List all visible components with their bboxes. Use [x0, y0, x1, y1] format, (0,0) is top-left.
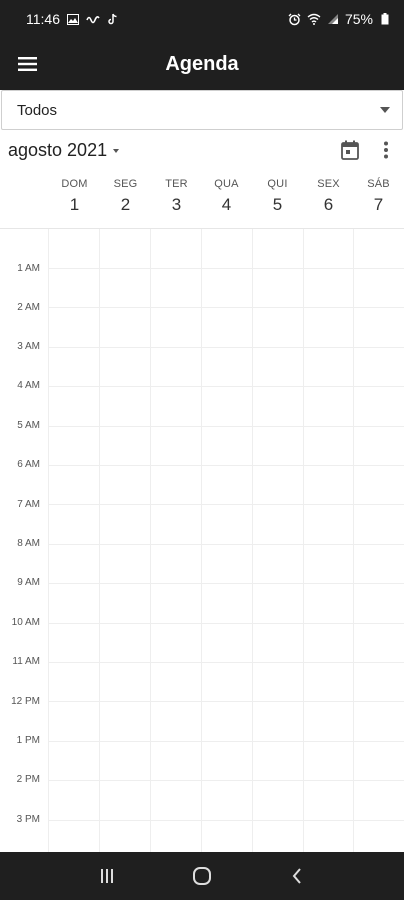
home-icon: [192, 867, 211, 885]
grid-divider: [303, 229, 304, 852]
month-label: agosto 2021: [8, 139, 108, 160]
day-header-5[interactable]: SEX 6: [303, 172, 354, 215]
app-title: Agenda: [165, 52, 239, 75]
day-name: SEG: [113, 178, 138, 190]
hour-line: [48, 347, 404, 348]
day-header-0[interactable]: DOM 1: [49, 172, 100, 215]
battery-icon: [378, 12, 392, 26]
back-icon: [292, 868, 301, 884]
hour-line: [48, 701, 404, 702]
grid-divider: [48, 229, 49, 852]
month-dropdown-icon: [113, 149, 120, 153]
wave-icon: [86, 12, 100, 26]
hour-line: [48, 426, 404, 427]
hamburger-menu-icon: [18, 57, 37, 71]
calendar-today-icon: [341, 140, 359, 160]
hour-line: [48, 386, 404, 387]
hour-line: [48, 623, 404, 624]
week-days-header: DOM 1 SEG 2 TER 3 QUA 4 QUI 5 SEX 6 SÁB …: [0, 172, 404, 228]
week-time-grid[interactable]: 1 AM 2 AM 3 AM 4 AM 5 AM 6 AM 7 AM 8 AM …: [0, 228, 404, 852]
hour-label: 6 AM: [17, 459, 40, 470]
hour-label: 12 PM: [11, 696, 40, 707]
signal-icon: [326, 12, 340, 26]
hour-label: 2 PM: [16, 774, 40, 785]
hour-label: 8 AM: [17, 538, 40, 549]
app-bar: Agenda: [0, 38, 404, 90]
day-name: DOM: [61, 178, 88, 190]
day-number: 2: [120, 195, 131, 214]
grid-divider: [252, 229, 253, 852]
month-selector[interactable]: agosto 2021: [0, 139, 120, 161]
hour-line: [48, 583, 404, 584]
back-button[interactable]: [273, 856, 321, 896]
battery-percent: 75%: [344, 11, 373, 27]
day-number: 3: [171, 195, 182, 214]
hour-line: [48, 544, 404, 545]
hour-label: 5 AM: [17, 420, 40, 431]
hour-label: 1 AM: [17, 263, 40, 274]
hour-label: 1 PM: [16, 735, 40, 746]
recent-apps-icon: [101, 869, 114, 883]
day-name: SEX: [317, 178, 340, 190]
recent-apps-button[interactable]: [83, 856, 131, 896]
alarm-icon: [288, 12, 302, 26]
day-name: TER: [165, 178, 188, 190]
day-header-3[interactable]: QUA 4: [201, 172, 252, 215]
day-number: 5: [272, 195, 283, 214]
grid-divider: [150, 229, 151, 852]
grid-divider: [99, 229, 100, 852]
status-bar: 11:46 75%: [0, 0, 404, 38]
hour-line: [48, 741, 404, 742]
hour-label: 7 AM: [17, 499, 40, 510]
day-header-1[interactable]: SEG 2: [100, 172, 151, 215]
hour-label: 4 AM: [17, 380, 40, 391]
day-name: QUI: [267, 178, 288, 190]
hour-label: 3 PM: [16, 814, 40, 825]
more-vert-icon: [384, 141, 388, 159]
hour-line: [48, 820, 404, 821]
hour-line: [48, 780, 404, 781]
day-header-6[interactable]: SÁB 7: [353, 172, 404, 215]
day-name: QUA: [214, 178, 239, 190]
day-number: 1: [69, 195, 80, 214]
hour-line: [48, 268, 404, 269]
hour-label: 3 AM: [17, 341, 40, 352]
hour-line: [48, 504, 404, 505]
grid-divider: [201, 229, 202, 852]
day-name: SÁB: [367, 178, 390, 190]
today-button[interactable]: [332, 132, 368, 168]
day-number: 4: [221, 195, 232, 214]
hour-line: [48, 465, 404, 466]
hour-line: [48, 662, 404, 663]
filter-selected-value: Todos: [17, 101, 58, 119]
hour-line: [48, 307, 404, 308]
tiktok-icon: [106, 12, 120, 26]
system-nav-bar: [0, 852, 404, 900]
grid-divider: [353, 229, 354, 852]
gallery-icon: [66, 12, 80, 26]
hour-label: 2 AM: [17, 302, 40, 313]
home-button[interactable]: [178, 856, 226, 896]
status-time: 11:46: [26, 11, 60, 27]
day-header-2[interactable]: TER 3: [151, 172, 202, 215]
calendar-filter-select[interactable]: Todos: [1, 90, 403, 130]
menu-button[interactable]: [0, 38, 56, 90]
day-number: 6: [323, 195, 334, 214]
more-options-button[interactable]: [368, 132, 404, 168]
hour-label: 9 AM: [17, 577, 40, 588]
day-header-4[interactable]: QUI 5: [252, 172, 303, 215]
month-toolbar: agosto 2021: [0, 132, 404, 168]
hour-label: 10 AM: [11, 617, 40, 628]
dropdown-arrow-icon: [380, 107, 390, 113]
day-number: 7: [373, 195, 384, 214]
wifi-icon: [307, 12, 321, 26]
hour-label: 11 AM: [12, 656, 40, 667]
